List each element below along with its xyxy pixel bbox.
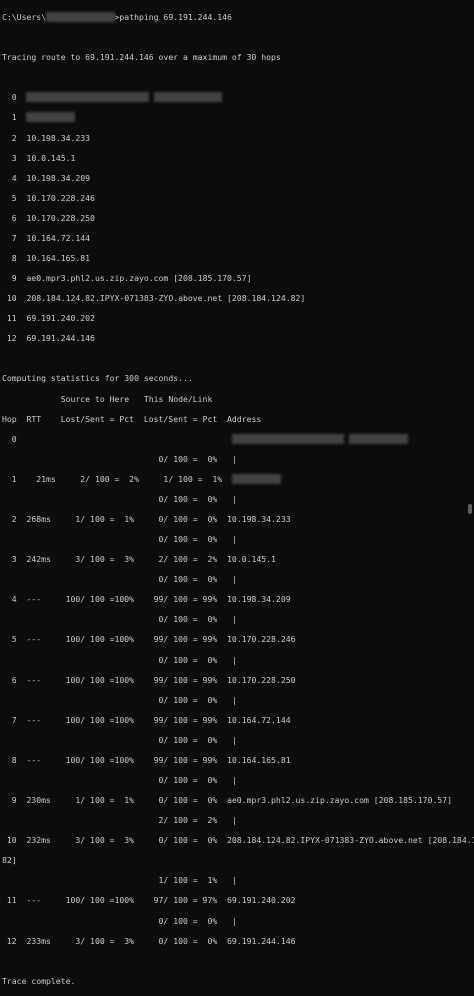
stats-row: 1 21ms 2/ 100 = 2% 1/ 100 = 1% XXXXXXXXX… <box>2 473 474 484</box>
trace-hop-11: 11 69.191.240.202 <box>2 313 95 324</box>
trace-hop-6: 6 10.170.228.250 <box>2 212 95 223</box>
scrollbar-thumb[interactable] <box>468 504 472 514</box>
terminal-window[interactable]: C:\Users\XXXXXXXXXXXXXX>pathping 69.191.… <box>0 0 474 986</box>
stats-row: 3 242ms 3/ 100 = 3% 2/ 100 = 2% 10.0.145… <box>2 554 276 565</box>
trace-hop-10: 10 208.184.124.82.IPYX-071383-ZYO.above.… <box>2 293 306 304</box>
trace-hop-1: 1 XXXXXXXXXX <box>2 112 474 123</box>
stats-row: 5 --- 100/ 100 =100% 99/ 100 = 99% 10.17… <box>2 634 296 645</box>
stats-row: 0/ 100 = 0% | <box>2 453 237 464</box>
stats-row: 0/ 100 = 0% | <box>2 734 237 745</box>
computing-line: Computing statistics for 300 seconds... <box>2 373 193 384</box>
stats-row: 6 --- 100/ 100 =100% 99/ 100 = 99% 10.17… <box>2 674 296 685</box>
trace-hop-2: 2 10.198.34.233 <box>2 132 91 143</box>
stats-row: 0/ 100 = 0% | <box>2 915 237 926</box>
trace-complete: Trace complete. <box>2 975 76 986</box>
stats-header-1: Source to Here This Node/Link <box>2 393 213 404</box>
trace-hop-7: 7 10.164.72.144 <box>2 232 91 243</box>
redacted-hostname: XXXXXXXXXX <box>26 112 76 123</box>
stats-row: 0/ 100 = 0% | <box>2 574 237 585</box>
stats-row: 12 233ms 3/ 100 = 3% 0/ 100 = 0% 69.191.… <box>2 935 296 946</box>
redacted-ip: XXXXXXXXXX <box>231 473 281 484</box>
stats-row: 0/ 100 = 0% | <box>2 614 237 625</box>
trace-hop-12: 12 69.191.244.146 <box>2 333 95 344</box>
stats-row: 82] <box>2 855 17 866</box>
stats-row: 8 --- 100/ 100 =100% 99/ 100 = 99% 10.16… <box>2 754 291 765</box>
stats-row: 9 230ms 1/ 100 = 1% 0/ 100 = 0% ae0.mpr3… <box>2 795 453 806</box>
stats-row: 0 XXXXXXXXXXXXXXXXXXXXXXX [XXXXXXXXXX] <box>2 433 474 444</box>
prompt-line: C:\Users\XXXXXXXXXXXXXX>pathping 69.191.… <box>2 12 232 23</box>
trace-hop-3: 3 10.0.145.1 <box>2 152 76 163</box>
redacted-hostname: XXXXXXXXXXXXXXXXXXXXXXX <box>231 433 345 444</box>
stats-row: 0/ 100 = 0% | <box>2 694 237 705</box>
stats-row: 2/ 100 = 2% | <box>2 815 237 826</box>
stats-row: 0/ 100 = 0% | <box>2 775 237 786</box>
stats-row: 0/ 100 = 0% | <box>2 654 237 665</box>
stats-header-2: Hop RTT Lost/Sent = Pct Lost/Sent = Pct … <box>2 413 262 424</box>
redacted-hostname: XXXXXXXXXXXXXXXXXXXXXXXXX <box>26 92 149 103</box>
redacted-username: XXXXXXXXXXXXXX <box>46 12 115 23</box>
stats-row: 0/ 100 = 0% | <box>2 493 237 504</box>
trace-hop-5: 5 10.170.228.246 <box>2 192 95 203</box>
trace-hop-4: 4 10.198.34.209 <box>2 172 91 183</box>
redacted-ip: [XXXXXXXXXXXX] <box>153 92 223 103</box>
trace-hop-9: 9 ae0.mpr3.phl2.us.zip.zayo.com [208.185… <box>2 273 252 284</box>
stats-row: 4 --- 100/ 100 =100% 99/ 100 = 99% 10.19… <box>2 594 291 605</box>
trace-header: Tracing route to 69.191.244.146 over a m… <box>2 52 281 63</box>
stats-row: 11 --- 100/ 100 =100% 97/ 100 = 97% 69.1… <box>2 895 296 906</box>
stats-row: 10 232ms 3/ 100 = 3% 0/ 100 = 0% 208.184… <box>2 835 474 846</box>
scrollbar[interactable] <box>464 0 474 516</box>
trace-hop-8: 8 10.164.165.81 <box>2 252 91 263</box>
trace-hop-0: 0 XXXXXXXXXXXXXXXXXXXXXXXXX [XXXXXXXXXXX… <box>2 92 474 103</box>
stats-row: 7 --- 100/ 100 =100% 99/ 100 = 99% 10.16… <box>2 714 291 725</box>
stats-row: 0/ 100 = 0% | <box>2 534 237 545</box>
stats-row: 1/ 100 = 1% | <box>2 875 237 886</box>
redacted-ip: [XXXXXXXXXX] <box>349 433 409 444</box>
